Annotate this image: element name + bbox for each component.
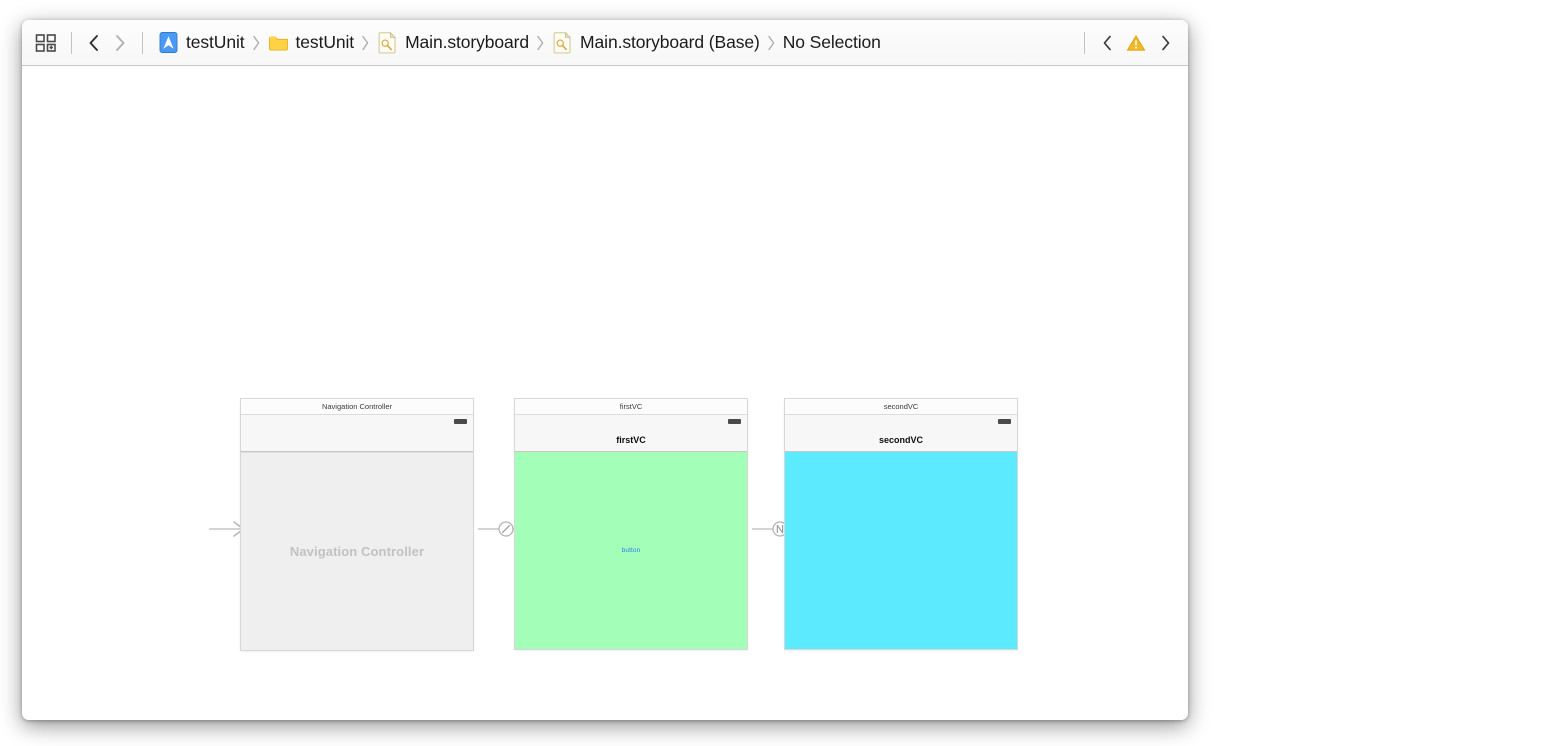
scene-title: Navigation Controller bbox=[241, 399, 473, 415]
interface-builder-file-icon bbox=[378, 31, 397, 54]
breadcrumb-separator-icon bbox=[768, 35, 775, 50]
view-controller-body[interactable]: Navigation Controller bbox=[241, 452, 473, 650]
battery-icon bbox=[454, 419, 467, 424]
placeholder-label: Navigation Controller bbox=[289, 544, 425, 559]
previous-issue-button[interactable] bbox=[1094, 30, 1120, 56]
issue-navigator-controls bbox=[1075, 30, 1178, 56]
scene-second-vc[interactable]: secondVC secondVC bbox=[785, 399, 1017, 649]
xcode-project-icon bbox=[159, 32, 178, 53]
breadcrumb-item-storyboard[interactable]: Main.storyboard bbox=[377, 31, 529, 54]
interface-builder-file-icon bbox=[553, 31, 572, 54]
storyboard-canvas[interactable]: Navigation Controller Navigation Control… bbox=[22, 66, 1188, 720]
toolbar-divider-2 bbox=[142, 31, 143, 54]
toolbar-divider-3 bbox=[1084, 31, 1085, 54]
next-issue-button[interactable] bbox=[1152, 30, 1178, 56]
breadcrumb-item-label: Main.storyboard (Base) bbox=[580, 32, 760, 52]
breadcrumb-separator-icon bbox=[362, 35, 369, 50]
status-bar bbox=[515, 415, 747, 428]
grid-layout-icon[interactable] bbox=[34, 32, 58, 54]
breadcrumb-item-label: No Selection bbox=[782, 32, 881, 52]
navigate-forward-button[interactable] bbox=[107, 30, 133, 56]
breadcrumb-item-label: testUnit bbox=[295, 32, 355, 52]
breadcrumb-separator-icon bbox=[252, 35, 259, 50]
view-controller-body[interactable] bbox=[785, 452, 1017, 649]
jump-bar-toolbar: testUnit testUnit Main.storyboard Main.s… bbox=[22, 20, 1188, 66]
breadcrumb-item-label: testUnit bbox=[186, 32, 245, 52]
breadcrumb-separator-icon bbox=[537, 35, 544, 50]
scene-first-vc[interactable]: firstVC firstVC button bbox=[515, 399, 747, 649]
breadcrumb-item-selection[interactable]: No Selection bbox=[783, 32, 881, 53]
navigate-back-button[interactable] bbox=[81, 30, 107, 56]
breadcrumb-item-label: Main.storyboard bbox=[405, 32, 530, 52]
vc-button-label[interactable]: button bbox=[622, 547, 641, 554]
status-bar bbox=[785, 415, 1017, 428]
navigation-bar[interactable]: secondVC bbox=[785, 428, 1017, 452]
view-controller-body[interactable]: button bbox=[515, 452, 747, 649]
status-bar bbox=[241, 415, 473, 428]
scene-title: firstVC bbox=[515, 399, 747, 415]
battery-icon bbox=[998, 419, 1011, 424]
scene-navigation-controller[interactable]: Navigation Controller Navigation Control… bbox=[241, 399, 473, 650]
battery-icon bbox=[728, 419, 741, 424]
xcode-window: testUnit testUnit Main.storyboard Main.s… bbox=[22, 20, 1188, 720]
breadcrumb-item-project[interactable]: testUnit bbox=[158, 31, 245, 54]
breadcrumb-item-folder[interactable]: testUnit bbox=[268, 31, 355, 54]
navigation-bar-title: firstVC bbox=[616, 434, 646, 445]
navigation-bar[interactable] bbox=[241, 428, 473, 452]
breadcrumb: testUnit testUnit Main.storyboard Main.s… bbox=[158, 31, 1075, 54]
navigation-bar-title: secondVC bbox=[878, 434, 923, 445]
folder-icon bbox=[268, 36, 288, 51]
warning-triangle-icon[interactable] bbox=[1123, 30, 1149, 56]
breadcrumb-item-storyboard-base[interactable]: Main.storyboard (Base) bbox=[552, 31, 760, 54]
screen: testUnit testUnit Main.storyboard Main.s… bbox=[0, 0, 1548, 746]
navigation-bar[interactable]: firstVC bbox=[515, 428, 747, 452]
scene-title: secondVC bbox=[785, 399, 1017, 415]
toolbar-left-controls bbox=[34, 20, 152, 65]
toolbar-divider-1 bbox=[71, 31, 72, 54]
